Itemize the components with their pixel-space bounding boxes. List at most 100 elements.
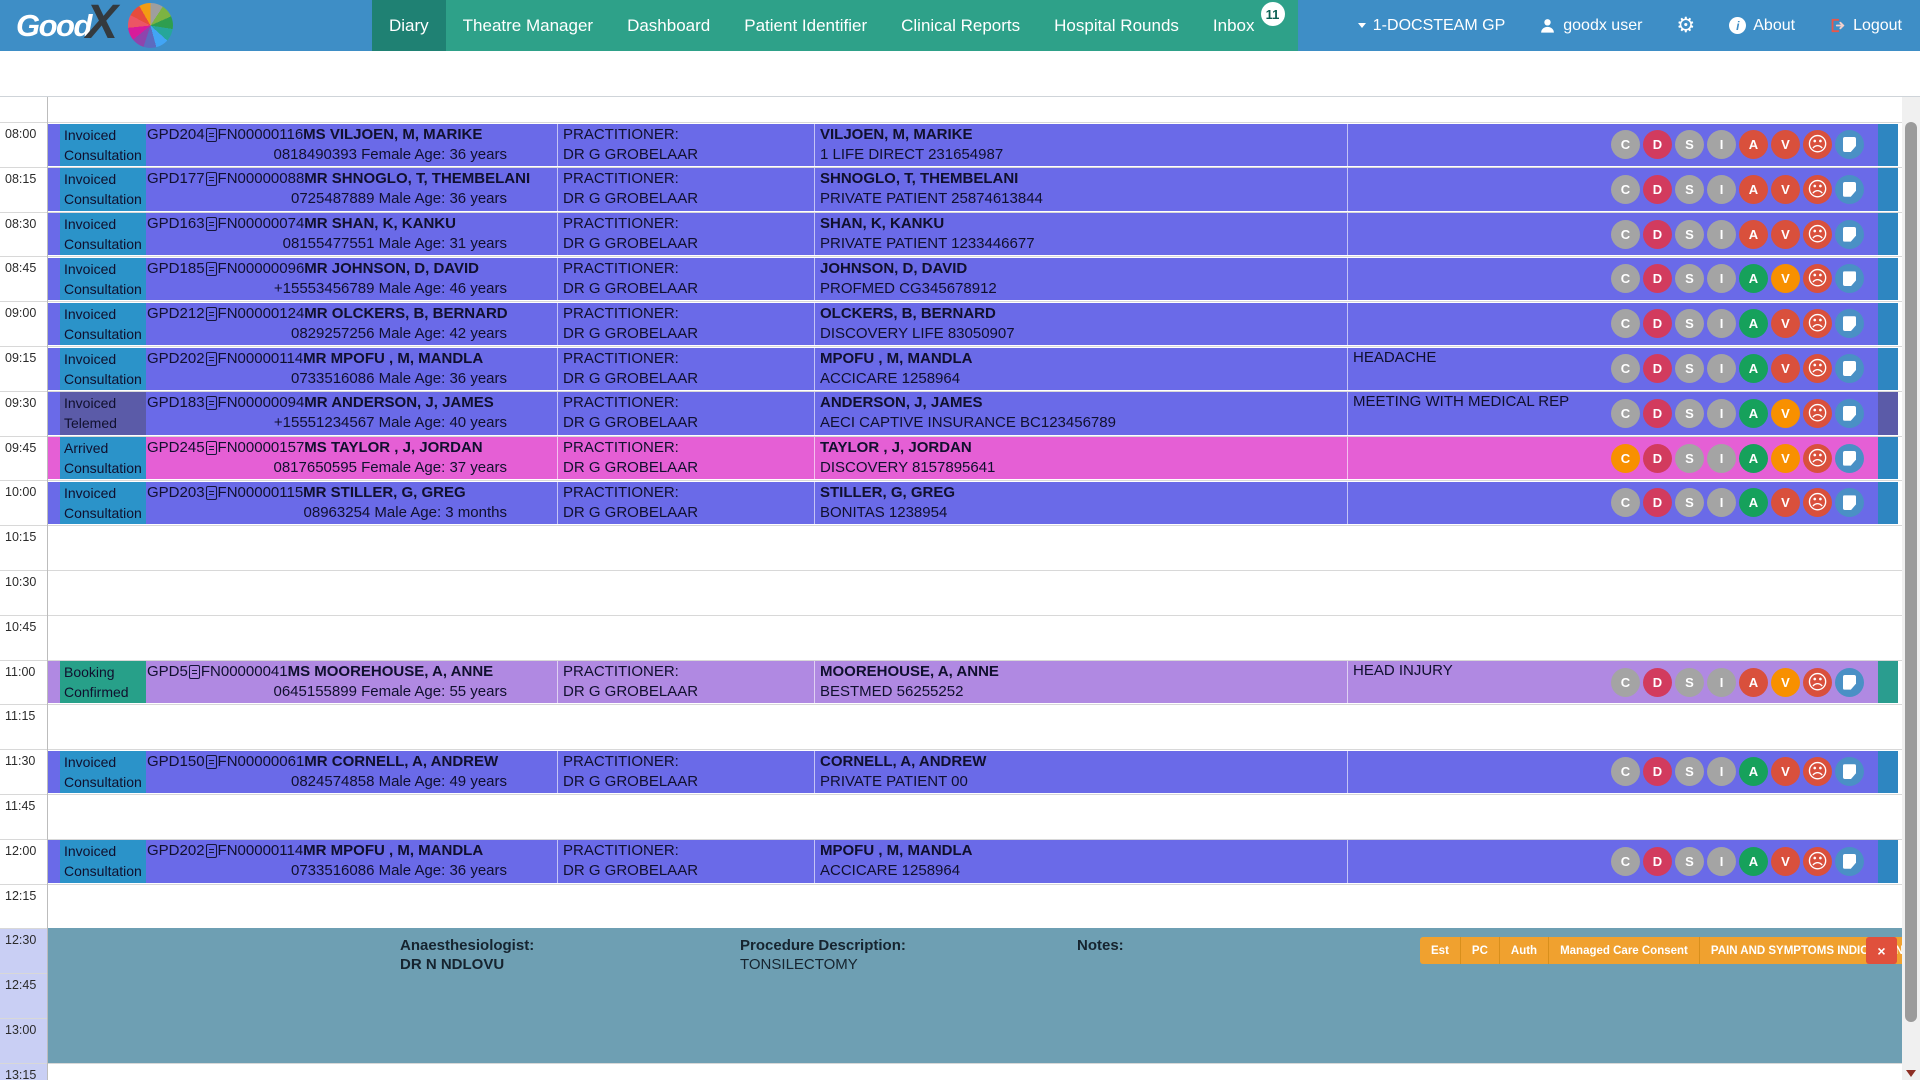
status-icon-i[interactable]: I: [1707, 175, 1736, 204]
status-icon-d[interactable]: D: [1643, 220, 1672, 249]
status-icon-i[interactable]: I: [1707, 264, 1736, 293]
status-icon-a[interactable]: A: [1739, 847, 1768, 876]
nav-item-hospital-rounds[interactable]: Hospital Rounds: [1037, 0, 1196, 51]
status-icon-v[interactable]: V: [1771, 175, 1800, 204]
booking-row-0930[interactable]: Invoiced Telemed GPD183FN00000094MR ANDE…: [48, 392, 1898, 434]
logout-button[interactable]: Logout: [1829, 17, 1902, 35]
status-icon-s[interactable]: S: [1675, 399, 1704, 428]
note-icon[interactable]: [1835, 668, 1864, 697]
status-icon-c[interactable]: C: [1611, 264, 1640, 293]
status-icon-s[interactable]: S: [1675, 130, 1704, 159]
status-icon-v[interactable]: V: [1771, 264, 1800, 293]
theatre-booking-block[interactable]: Anaesthesiologist: DR N NDLOVU Procedure…: [48, 928, 1902, 1062]
status-icon-d[interactable]: D: [1643, 309, 1672, 338]
status-icon-c[interactable]: C: [1611, 220, 1640, 249]
mood-sad-icon[interactable]: ☹: [1803, 175, 1832, 204]
status-icon-v[interactable]: V: [1771, 757, 1800, 786]
status-icon-v[interactable]: V: [1771, 220, 1800, 249]
theatre-btn-est[interactable]: Est: [1420, 937, 1461, 964]
status-icon-c[interactable]: C: [1611, 488, 1640, 517]
status-icon-c[interactable]: C: [1611, 444, 1640, 473]
status-icon-a[interactable]: A: [1739, 488, 1768, 517]
status-icon-d[interactable]: D: [1643, 399, 1672, 428]
nav-item-inbox[interactable]: Inbox11: [1196, 0, 1272, 51]
status-icon-a[interactable]: A: [1739, 757, 1768, 786]
status-icon-c[interactable]: C: [1611, 668, 1640, 697]
booking-row-1130[interactable]: Invoiced Consultation GPD150FN00000061MR…: [48, 751, 1898, 793]
status-icon-s[interactable]: S: [1675, 757, 1704, 786]
goodx-logo[interactable]: Good X: [0, 0, 372, 51]
status-icon-a[interactable]: A: [1739, 399, 1768, 428]
mood-sad-icon[interactable]: ☹: [1803, 264, 1832, 293]
status-icon-v[interactable]: V: [1771, 399, 1800, 428]
note-icon[interactable]: [1835, 220, 1864, 249]
status-icon-d[interactable]: D: [1643, 847, 1672, 876]
note-icon[interactable]: [1835, 444, 1864, 473]
status-icon-d[interactable]: D: [1643, 264, 1672, 293]
status-icon-i[interactable]: I: [1707, 444, 1736, 473]
user-menu[interactable]: goodx user: [1539, 17, 1642, 35]
note-icon[interactable]: [1835, 264, 1864, 293]
status-icon-i[interactable]: I: [1707, 220, 1736, 249]
status-icon-v[interactable]: V: [1771, 847, 1800, 876]
status-icon-d[interactable]: D: [1643, 488, 1672, 517]
status-icon-s[interactable]: S: [1675, 488, 1704, 517]
nav-item-clinical-reports[interactable]: Clinical Reports: [884, 0, 1037, 51]
vertical-scrollbar[interactable]: [1902, 97, 1920, 1080]
theatre-btn-managed-care-consent[interactable]: Managed Care Consent: [1549, 937, 1700, 964]
status-icon-c[interactable]: C: [1611, 757, 1640, 786]
status-icon-a[interactable]: A: [1739, 264, 1768, 293]
status-icon-i[interactable]: I: [1707, 668, 1736, 697]
about-button[interactable]: i About: [1729, 17, 1795, 35]
nav-item-theatre-manager[interactable]: Theatre Manager: [446, 0, 610, 51]
status-icon-c[interactable]: C: [1611, 399, 1640, 428]
status-icon-s[interactable]: S: [1675, 175, 1704, 204]
status-icon-a[interactable]: A: [1739, 130, 1768, 159]
status-icon-a[interactable]: A: [1739, 175, 1768, 204]
theatre-close-button[interactable]: ×: [1866, 937, 1897, 964]
status-icon-v[interactable]: V: [1771, 309, 1800, 338]
status-icon-c[interactable]: C: [1611, 130, 1640, 159]
status-icon-c[interactable]: C: [1611, 309, 1640, 338]
booking-row-0900[interactable]: Invoiced Consultation GPD212FN00000124MR…: [48, 303, 1898, 345]
mood-sad-icon[interactable]: ☹: [1803, 847, 1832, 876]
status-icon-a[interactable]: A: [1739, 309, 1768, 338]
status-icon-s[interactable]: S: [1675, 220, 1704, 249]
status-icon-i[interactable]: I: [1707, 309, 1736, 338]
mood-sad-icon[interactable]: ☹: [1803, 668, 1832, 697]
note-icon[interactable]: [1835, 130, 1864, 159]
status-icon-d[interactable]: D: [1643, 757, 1672, 786]
mood-sad-icon[interactable]: ☹: [1803, 220, 1832, 249]
status-icon-v[interactable]: V: [1771, 444, 1800, 473]
status-icon-c[interactable]: C: [1611, 847, 1640, 876]
mood-sad-icon[interactable]: ☹: [1803, 354, 1832, 383]
status-icon-i[interactable]: I: [1707, 399, 1736, 428]
status-icon-d[interactable]: D: [1643, 175, 1672, 204]
scrollbar-thumb[interactable]: [1905, 122, 1917, 1022]
booking-row-0830[interactable]: Invoiced Consultation GPD163FN00000074MR…: [48, 213, 1898, 255]
nav-item-diary[interactable]: Diary: [372, 0, 446, 51]
status-icon-s[interactable]: S: [1675, 668, 1704, 697]
status-icon-s[interactable]: S: [1675, 354, 1704, 383]
booking-row-0945[interactable]: Arrived Consultation GPD245FN00000157MS …: [48, 437, 1898, 479]
mood-sad-icon[interactable]: ☹: [1803, 309, 1832, 338]
booking-row-1200[interactable]: Invoiced Consultation GPD202FN00000114MR…: [48, 840, 1898, 882]
status-icon-v[interactable]: V: [1771, 488, 1800, 517]
note-icon[interactable]: [1835, 399, 1864, 428]
scroll-down-arrow-icon[interactable]: [1906, 1070, 1916, 1077]
nav-item-dashboard[interactable]: Dashboard: [610, 0, 727, 51]
note-icon[interactable]: [1835, 488, 1864, 517]
mood-sad-icon[interactable]: ☹: [1803, 399, 1832, 428]
status-icon-s[interactable]: S: [1675, 847, 1704, 876]
status-icon-d[interactable]: D: [1643, 444, 1672, 473]
mood-sad-icon[interactable]: ☹: [1803, 757, 1832, 786]
status-icon-c[interactable]: C: [1611, 175, 1640, 204]
status-icon-i[interactable]: I: [1707, 354, 1736, 383]
status-icon-a[interactable]: A: [1739, 668, 1768, 697]
note-icon[interactable]: [1835, 309, 1864, 338]
status-icon-s[interactable]: S: [1675, 264, 1704, 293]
status-icon-v[interactable]: V: [1771, 354, 1800, 383]
status-icon-a[interactable]: A: [1739, 444, 1768, 473]
booking-row-0845[interactable]: Invoiced Consultation GPD185FN00000096MR…: [48, 258, 1898, 300]
booking-row-0915[interactable]: Invoiced Consultation GPD202FN00000114MR…: [48, 348, 1898, 390]
